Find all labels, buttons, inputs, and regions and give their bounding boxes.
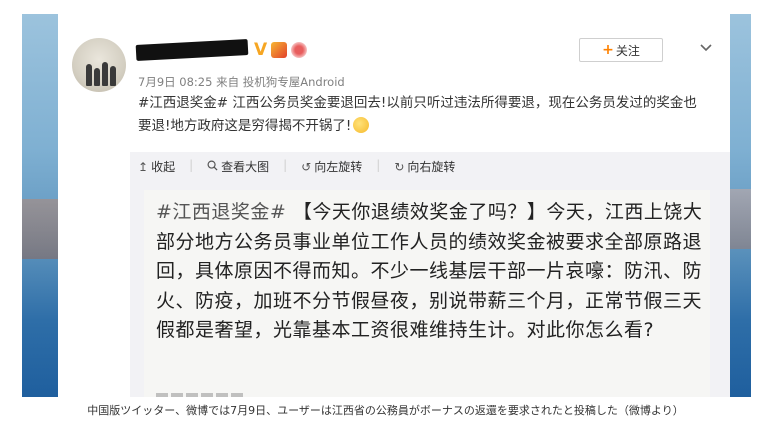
post-text: #江西退奖金# 江西公务员奖金要退回去!以前只听过违法所得要退，现在公务员发过的…: [138, 92, 708, 138]
rotate-right-label: 向右旋转: [407, 160, 456, 174]
avatar-figure: [102, 62, 108, 86]
emoji-icon: [353, 117, 370, 133]
avatar-figure: [94, 68, 100, 86]
follow-button[interactable]: + 关注: [579, 38, 663, 62]
toolbar-divider: |: [189, 158, 194, 172]
verified-v-badge: V: [254, 40, 268, 60]
rotate-right-icon: ↻: [394, 159, 405, 174]
post-image[interactable]: #江西退奖金# 【今天你退绩效奖金了吗？】今天，江西上饶大部分地方公务员事业单位…: [144, 190, 710, 397]
image-hashtag: #江西退奖金#: [156, 201, 287, 223]
collapse-label: 收起: [151, 160, 176, 174]
image-cropped-text: [156, 393, 246, 397]
rotate-right-button[interactable]: ↻ 向右旋转: [394, 158, 455, 175]
photo-caption: 中国版ツイッター、微博では7月9日、ユーザーは江西省の公務員がボーナスの返還を要…: [87, 404, 684, 417]
rotate-left-icon: ↺: [301, 159, 312, 174]
image-toolbar: ↥ 收起 | 查看大图 | ↺ 向左旋转 | ↻ 向右旋转: [138, 158, 455, 175]
toolbar-divider: |: [376, 158, 381, 172]
view-large-label: 查看大图: [221, 160, 270, 174]
member-badge-icon: [271, 42, 288, 58]
avatar[interactable]: [72, 38, 126, 92]
rotate-left-label: 向左旋转: [314, 160, 363, 174]
chevron-down-icon[interactable]: [698, 40, 714, 56]
toolbar-divider: |: [283, 158, 288, 172]
post-meta: 7月9日 08:25 来自 投机狗专屋Android: [138, 75, 345, 89]
post-hashtag-link[interactable]: #江西退奖金#: [138, 95, 228, 111]
search-icon: [207, 160, 218, 174]
view-large-button[interactable]: 查看大图: [207, 158, 269, 175]
collapse-button[interactable]: ↥ 收起: [138, 158, 175, 175]
avatar-figure: [86, 64, 92, 86]
plus-icon: +: [602, 42, 614, 58]
avatar-figure: [110, 66, 116, 86]
rotate-left-button[interactable]: ↺ 向左旋转: [301, 158, 362, 175]
user-badges: V: [254, 40, 308, 60]
medal-badge-icon: [291, 42, 308, 58]
collapse-icon: ↥: [138, 159, 149, 174]
page: V + 关注 7月9日 08:25 来自 投机狗专屋Android #江西退奖金…: [0, 0, 771, 432]
username-redacted: [135, 39, 249, 61]
post-image-text: #江西退奖金# 【今天你退绩效奖金了吗？】今天，江西上饶大部分地方公务员事业单位…: [156, 198, 704, 346]
weibo-post-card: V + 关注 7月9日 08:25 来自 投机狗专屋Android #江西退奖金…: [58, 14, 730, 397]
follow-label: 关注: [615, 43, 640, 58]
